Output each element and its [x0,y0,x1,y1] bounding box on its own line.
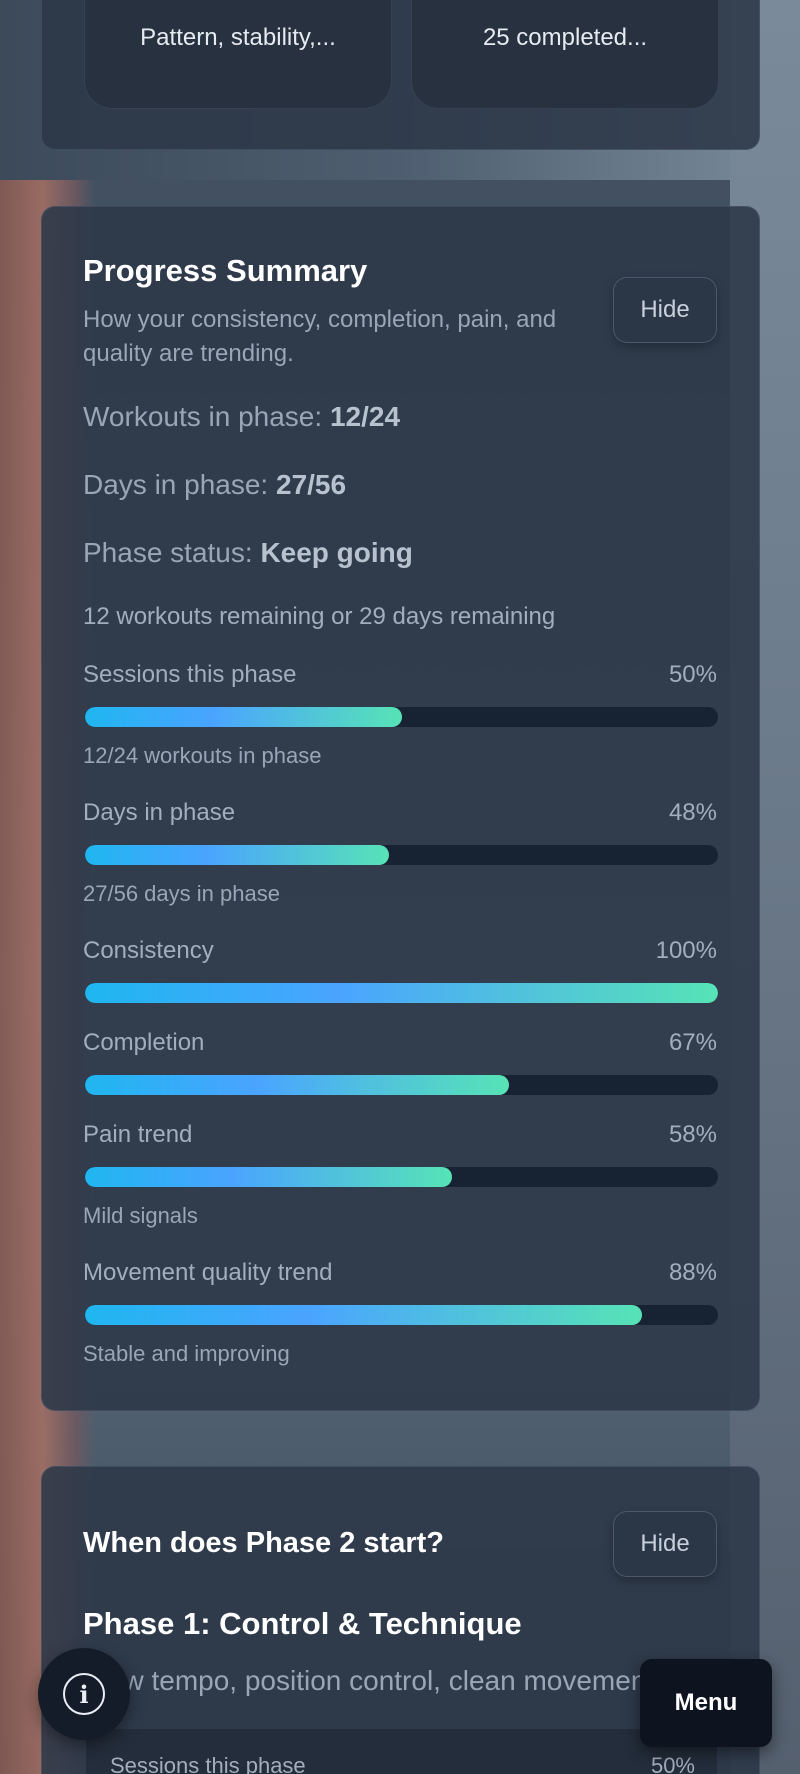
progress-fill [85,983,718,1003]
metric-label-pain: Pain trend [83,1121,193,1148]
progress-fill [85,1075,510,1095]
metric-pct-pain: 58% [668,1121,717,1148]
metric-pct-days: 48% [668,799,717,826]
menu-button[interactable]: Menu [640,1659,772,1747]
progress-bar-pain [85,1167,718,1187]
progress-bar-sessions [85,707,718,727]
progress-bar-quality [85,1305,718,1325]
progress-summary-card: Progress Summary How your consistency, c… [41,206,760,1411]
metric-label-days: Days in phase [83,799,236,826]
hide-progress-button[interactable]: Hide [613,277,717,343]
overview-tile-completed[interactable]: 25 completed... [411,0,719,109]
metric-note-days: 27/56 days in phase [83,881,280,906]
overview-tile-text: 25 completed... [482,24,648,51]
hide-phase-button[interactable]: Hide [613,1511,717,1577]
overview-card: Pattern, stability,... 25 completed... [41,0,760,150]
workouts-label: Workouts in phase: [83,401,323,432]
days-value: 27/56 [276,469,347,500]
progress-bar-days [85,845,718,865]
workouts-in-phase-stat: Workouts in phase: 12/24 [83,401,400,433]
remaining-text: 12 workouts remaining or 29 days remaini… [83,603,556,630]
days-label: Days in phase: [83,469,269,500]
progress-fill [85,845,389,865]
status-label: Phase status: [83,537,253,568]
progress-summary-subtitle: How your consistency, completion, pain, … [83,306,557,367]
progress-bar-consistency [85,983,718,1003]
progress-bar-completion [85,1075,718,1095]
overview-tile-pattern[interactable]: Pattern, stability,... [84,0,392,109]
phase-sessions-pct: 50% [650,1753,695,1774]
info-icon: i [63,1673,105,1715]
metric-pct-quality: 88% [668,1259,717,1286]
phase-question-title: When does Phase 2 start? [83,1527,444,1559]
metric-pct-sessions: 50% [668,661,717,688]
phase-sessions-label: Sessions this phase [110,1753,306,1774]
metric-label-completion: Completion [83,1029,205,1056]
info-button[interactable]: i [38,1648,130,1740]
metric-label-consistency: Consistency [83,937,214,964]
phase-name: Phase 1: Control & Technique [83,1606,522,1641]
status-value: Keep going [260,537,413,568]
progress-fill [85,1167,453,1187]
progress-fill [85,707,402,727]
metric-note-quality: Stable and improving [83,1341,290,1366]
phase-sessions-box: Sessions this phase 50% [86,1729,717,1774]
progress-fill [85,1305,643,1325]
metric-label-quality: Movement quality trend [83,1259,333,1286]
workouts-value: 12/24 [329,401,401,432]
metric-label-sessions: Sessions this phase [83,661,297,688]
days-in-phase-stat: Days in phase: 27/56 [83,469,346,501]
metric-pct-completion: 67% [668,1029,717,1056]
phase-status-stat: Phase status: Keep going [83,537,413,569]
progress-summary-title: Progress Summary [83,253,368,288]
overview-tile-text: Pattern, stability,... [140,24,336,51]
phase-description: Slow tempo, position control, clean move… [83,1665,655,1696]
metric-note-pain: Mild signals [83,1203,198,1228]
metric-note-sessions: 12/24 workouts in phase [83,743,322,768]
metric-pct-consistency: 100% [655,937,717,964]
